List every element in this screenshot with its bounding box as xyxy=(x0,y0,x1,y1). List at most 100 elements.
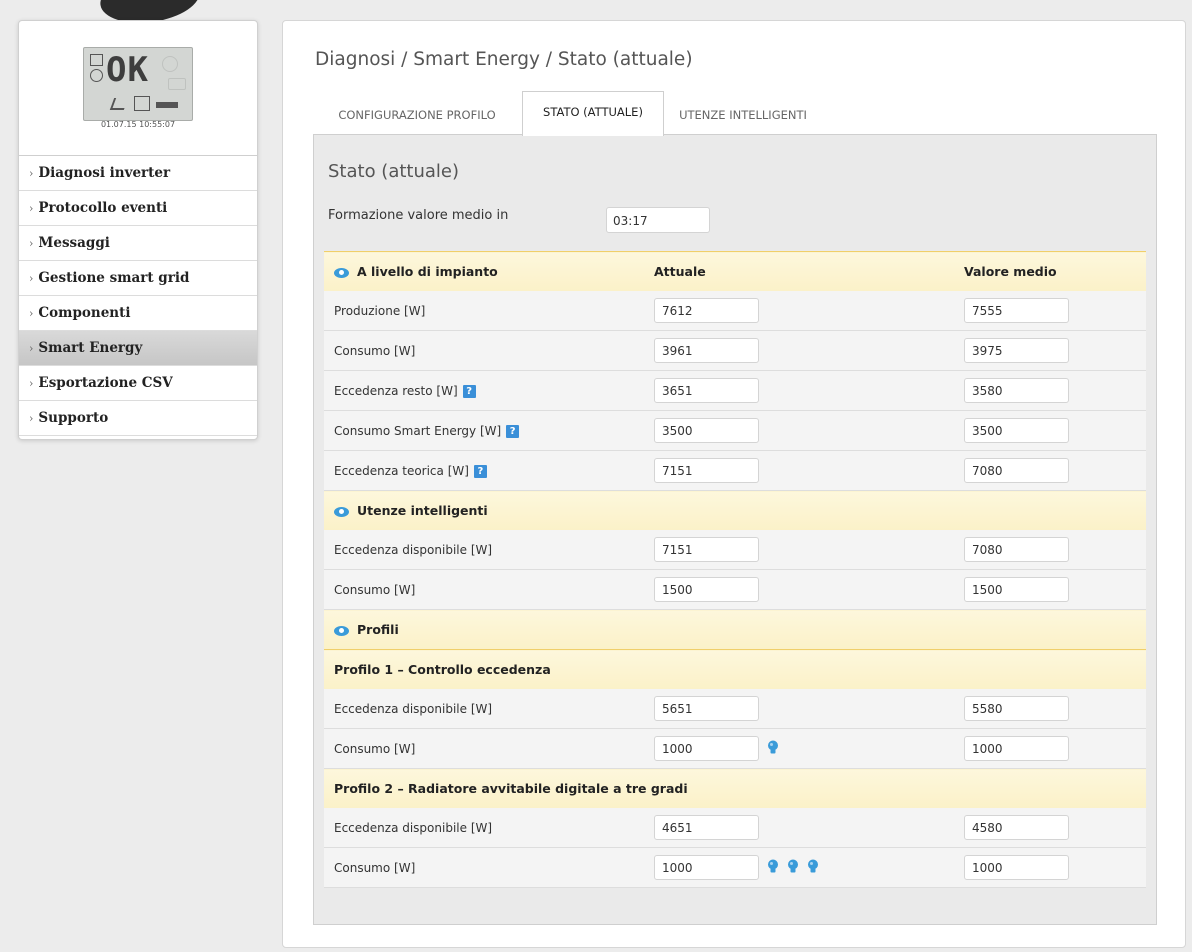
main-panel: Diagnosi / Smart Energy / Stato (attuale… xyxy=(282,20,1186,948)
row-label: Eccedenza disponibile [W] xyxy=(324,808,654,848)
lightbulb-icon xyxy=(767,740,779,758)
chevron-right-icon: › xyxy=(29,237,34,250)
row-label: Consumo [W] xyxy=(324,569,654,610)
eye-icon[interactable] xyxy=(334,506,349,517)
eye-icon[interactable] xyxy=(334,625,349,636)
sidebar-item-label: Esportazione CSV xyxy=(38,375,173,391)
chevron-right-icon: › xyxy=(29,307,34,320)
sidebar-item-messaggi[interactable]: › Messaggi xyxy=(19,226,257,261)
table-row: Eccedenza disponibile [W] 4651 4580 xyxy=(324,808,1146,848)
sidebar-item-label: Componenti xyxy=(38,305,131,321)
tab-configurazione-profilo[interactable]: CONFIGURAZIONE PROFILO xyxy=(313,97,521,134)
current-value-field: 7151 xyxy=(654,458,759,483)
inverter-display-area: OK 01.07.15 10:55:07 xyxy=(19,21,257,156)
column-header-average: Valore medio xyxy=(964,251,1146,291)
current-value-field: 1000 xyxy=(654,855,759,880)
ghost-icon xyxy=(168,78,186,90)
status-table: A livello di impianto Attuale Valore med… xyxy=(324,251,1146,888)
column-header-current: Attuale xyxy=(654,251,964,291)
chevron-right-icon: › xyxy=(29,342,34,355)
group-title: Profili xyxy=(357,622,399,637)
table-row: Consumo [W] 3961 3975 xyxy=(324,330,1146,371)
average-value-field: 7080 xyxy=(964,537,1069,562)
table-row: Consumo [W] 1000 1000 xyxy=(324,728,1146,769)
table-row: Eccedenza disponibile [W] 5651 5580 xyxy=(324,689,1146,729)
sidebar: OK 01.07.15 10:55:07 › Diagnosi inverter … xyxy=(18,20,258,440)
group-title: Utenze intelligenti xyxy=(357,503,488,518)
lightbulb-icon xyxy=(787,859,799,877)
help-icon[interactable]: ? xyxy=(462,384,476,398)
chevron-right-icon: › xyxy=(29,167,34,180)
group-title: A livello di impianto xyxy=(357,264,498,279)
sidebar-item-smart-energy[interactable]: › Smart Energy xyxy=(19,331,257,366)
chevron-right-icon: › xyxy=(29,202,34,215)
breadcrumb: Diagnosi / Smart Energy / Stato (attuale… xyxy=(315,49,693,70)
table-row: Eccedenza disponibile [W] 7151 7080 xyxy=(324,530,1146,570)
eye-icon[interactable] xyxy=(334,267,349,278)
sidebar-nav: › Diagnosi inverter › Protocollo eventi › M… xyxy=(19,156,257,436)
chevron-right-icon: › xyxy=(29,272,34,285)
average-value-field: 1000 xyxy=(964,736,1069,761)
table-row: Consumo [W] 1000 1000 xyxy=(324,847,1146,888)
average-period-field[interactable]: 03:17 xyxy=(606,207,710,233)
ghost-icon xyxy=(162,56,178,72)
table-row: Eccedenza teorica [W]? 7151 7080 xyxy=(324,450,1146,491)
section-title: Stato (attuale) xyxy=(328,161,460,182)
inverter-lcd-display: OK xyxy=(83,47,193,121)
sidebar-item-componenti[interactable]: › Componenti xyxy=(19,296,257,331)
sidebar-item-esportazione-csv[interactable]: › Esportazione CSV xyxy=(19,366,257,401)
current-value-field: 1500 xyxy=(654,577,759,602)
sidebar-item-label: Gestione smart grid xyxy=(38,270,190,286)
display-timestamp: 01.07.15 10:55:07 xyxy=(100,120,176,129)
current-value-field: 3500 xyxy=(654,418,759,443)
sidebar-item-label: Protocollo eventi xyxy=(38,200,168,216)
average-period-label: Formazione valore medio in xyxy=(328,208,509,223)
lightbulb-icon xyxy=(807,859,819,877)
table-row: Consumo Smart Energy [W]? 3500 3500 xyxy=(324,410,1146,451)
table-header-row: A livello di impianto Attuale Valore med… xyxy=(324,251,1146,291)
table-row: Eccedenza resto [W]? 3651 3580 xyxy=(324,370,1146,411)
row-label: Consumo Smart Energy [W] xyxy=(334,423,502,438)
current-value-field: 4651 xyxy=(654,815,759,840)
profile-header-row: Profilo 1 – Controllo eccedenza xyxy=(324,649,1146,689)
lightbulb-icon xyxy=(767,859,779,877)
average-value-field: 3500 xyxy=(964,418,1069,443)
row-label: Eccedenza teorica [W] xyxy=(334,463,469,478)
plug-icon xyxy=(109,98,129,110)
group-header-row: Utenze intelligenti xyxy=(324,490,1146,530)
table-row: Consumo [W] 1500 1500 xyxy=(324,569,1146,610)
sidebar-item-label: Supporto xyxy=(38,410,109,426)
average-value-field: 1500 xyxy=(964,577,1069,602)
grid-icon xyxy=(90,54,103,66)
current-value-field: 3961 xyxy=(654,338,759,363)
row-label: Produzione [W] xyxy=(324,291,654,331)
average-value-field: 7080 xyxy=(964,458,1069,483)
current-value-field: 1000 xyxy=(654,736,759,761)
current-value-field: 7151 xyxy=(654,537,759,562)
sidebar-item-label: Smart Energy xyxy=(38,340,143,356)
sidebar-item-label: Messaggi xyxy=(38,235,110,251)
tab-utenze-intelligenti[interactable]: UTENZE INTELLIGENTI xyxy=(663,97,823,134)
sidebar-item-label: Diagnosi inverter xyxy=(38,165,171,181)
row-label: Consumo [W] xyxy=(324,330,654,371)
globe-icon xyxy=(90,69,103,82)
sidebar-item-supporto[interactable]: › Supporto xyxy=(19,401,257,436)
profile-title: Profilo 1 – Controllo eccedenza xyxy=(324,649,1146,689)
help-icon[interactable]: ? xyxy=(506,424,520,438)
average-value-field: 7555 xyxy=(964,298,1069,323)
sidebar-item-diagnosi-inverter[interactable]: › Diagnosi inverter xyxy=(19,156,257,191)
tab-stato-attuale[interactable]: STATO (ATTUALE) xyxy=(522,91,664,136)
help-icon[interactable]: ? xyxy=(473,464,487,478)
average-value-field: 5580 xyxy=(964,696,1069,721)
current-value-field: 5651 xyxy=(654,696,759,721)
group-header-row: Profili xyxy=(324,609,1146,650)
display-status: OK xyxy=(106,50,149,90)
current-value-field: 3651 xyxy=(654,378,759,403)
sidebar-item-protocollo-eventi[interactable]: › Protocollo eventi xyxy=(19,191,257,226)
sidebar-item-gestione-smart-grid[interactable]: › Gestione smart grid xyxy=(19,261,257,296)
profile-header-row: Profilo 2 – Radiatore avvitabile digital… xyxy=(324,768,1146,808)
average-value-field: 3975 xyxy=(964,338,1069,363)
average-value-field: 1000 xyxy=(964,855,1069,880)
table-row: Produzione [W] 7612 7555 xyxy=(324,291,1146,331)
average-value-field: 3580 xyxy=(964,378,1069,403)
